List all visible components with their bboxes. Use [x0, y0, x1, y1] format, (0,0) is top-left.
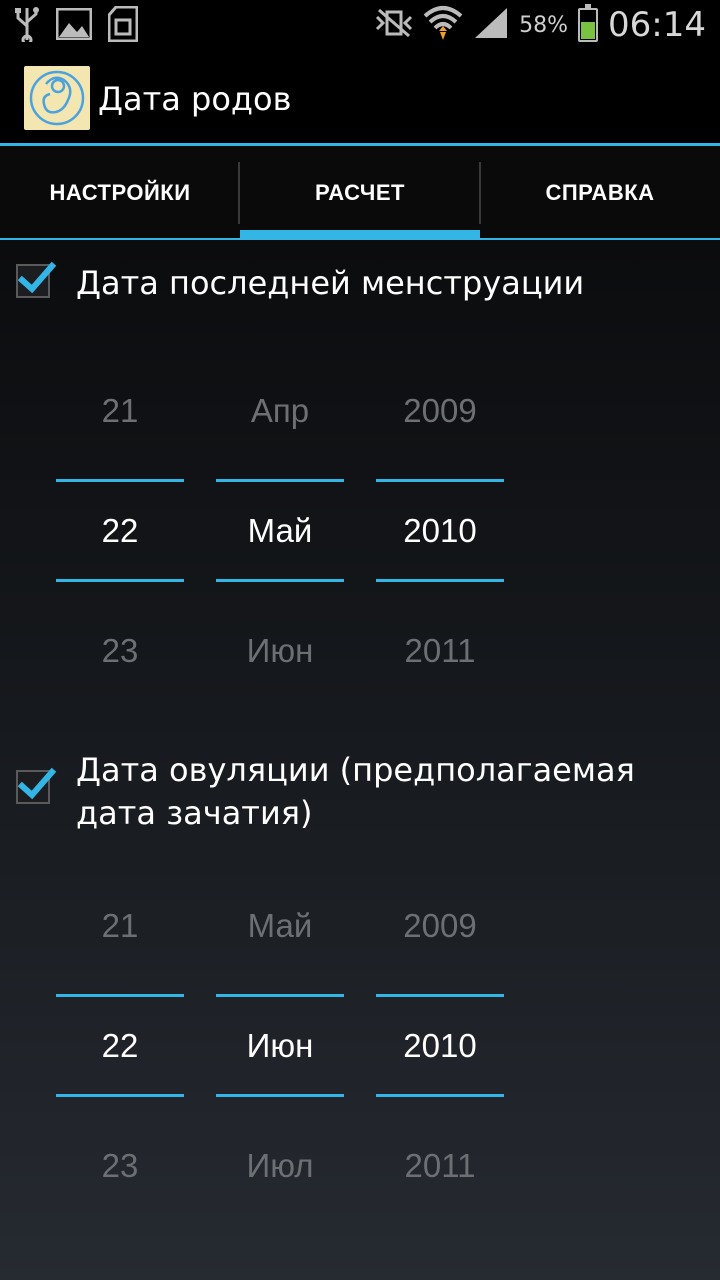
year-prev[interactable]: 2009 — [376, 907, 504, 945]
fetus-icon[interactable] — [24, 66, 90, 130]
month-selected[interactable]: Май — [216, 512, 344, 550]
month-next[interactable]: Июн — [216, 632, 344, 670]
picker-divider — [216, 1094, 344, 1097]
picker-divider — [56, 479, 184, 482]
month-selected[interactable]: Июн — [216, 1027, 344, 1065]
month-prev[interactable]: Май — [216, 907, 344, 945]
gallery-icon — [55, 7, 93, 44]
picker-divider — [56, 1094, 184, 1097]
day-selected[interactable]: 22 — [56, 512, 184, 550]
lmp-label[interactable]: Дата последней менструации — [76, 262, 676, 305]
tab-help[interactable]: СПРАВКА — [480, 146, 720, 240]
picker-divider — [376, 479, 504, 482]
year-selected[interactable]: 2010 — [376, 1027, 504, 1065]
picker-divider — [376, 994, 504, 997]
status-bar: 58% 06:14 — [0, 0, 720, 50]
sd-card-icon — [107, 5, 139, 46]
status-icons-left — [14, 5, 139, 46]
picker-divider — [376, 579, 504, 582]
wifi-icon — [423, 4, 463, 46]
picker-divider — [216, 994, 344, 997]
day-selected[interactable]: 22 — [56, 1027, 184, 1065]
picker-divider — [216, 579, 344, 582]
battery-percent: 58% — [519, 12, 569, 38]
day-prev[interactable]: 21 — [56, 392, 184, 430]
day-prev[interactable]: 21 — [56, 907, 184, 945]
battery-level — [581, 21, 596, 39]
status-icons-right: 58% 06:14 — [375, 4, 706, 46]
month-next[interactable]: Июл — [216, 1147, 344, 1185]
ovulation-checkbox[interactable] — [16, 767, 57, 804]
year-prev[interactable]: 2009 — [376, 392, 504, 430]
tab-selected-indicator — [240, 230, 480, 240]
picker-divider — [56, 579, 184, 582]
battery-icon — [578, 4, 599, 42]
calculation-content: Дата последней менструации 21 Апр 2009 2… — [0, 240, 720, 1280]
signal-icon — [473, 6, 509, 44]
app-title: Дата родов — [98, 80, 292, 118]
picker-divider — [56, 994, 184, 997]
year-selected[interactable]: 2010 — [376, 512, 504, 550]
clock: 06:14 — [608, 5, 706, 45]
tab-calculation[interactable]: РАСЧЕТ — [240, 146, 480, 240]
action-bar: Дата родов — [0, 50, 720, 144]
tab-settings[interactable]: НАСТРОЙКИ — [0, 146, 240, 240]
picker-divider — [216, 479, 344, 482]
picker-divider — [376, 1094, 504, 1097]
year-next[interactable]: 2011 — [376, 632, 504, 670]
day-next[interactable]: 23 — [56, 632, 184, 670]
lmp-checkbox[interactable] — [16, 261, 57, 298]
usb-icon — [14, 6, 40, 46]
tab-bar: НАСТРОЙКИ РАСЧЕТ СПРАВКА — [0, 146, 720, 240]
ovulation-label[interactable]: Дата овуляции (предполагаемая дата зачат… — [76, 749, 676, 835]
day-next[interactable]: 23 — [56, 1147, 184, 1185]
vibrate-mute-icon — [375, 8, 413, 42]
month-prev[interactable]: Апр — [216, 392, 344, 430]
year-next[interactable]: 2011 — [376, 1147, 504, 1185]
